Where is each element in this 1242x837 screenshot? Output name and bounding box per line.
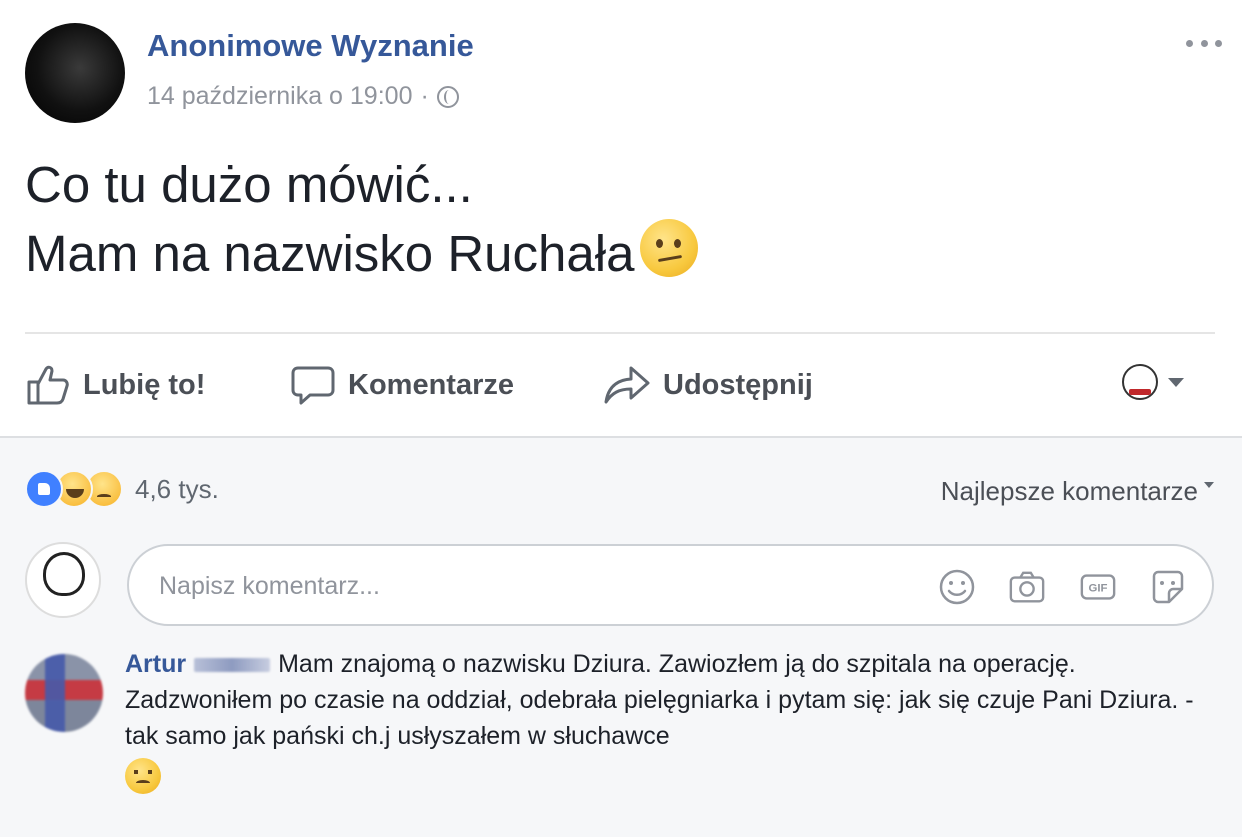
svg-text:GIF: GIF <box>1089 583 1108 595</box>
divider <box>25 332 1215 334</box>
post-author-name[interactable]: Anonimowe Wyznanie <box>147 28 474 64</box>
more-options-icon[interactable] <box>1186 40 1222 50</box>
post-timestamp[interactable]: 14 października o 19:00 <box>147 82 412 111</box>
like-button[interactable]: Lubię to! <box>25 364 205 406</box>
comments-section: 4,6 tys. Najlepsze komentarze GIF ArturM… <box>0 436 1242 837</box>
comment-button[interactable]: Komentarze <box>290 364 514 406</box>
post-meta: 14 października o 19:00 · <box>147 82 459 111</box>
comment-input[interactable] <box>157 546 881 626</box>
reactions-summary[interactable]: 4,6 tys. <box>25 470 219 508</box>
blurred-surname <box>194 658 271 673</box>
confused-face-emoji <box>640 219 699 277</box>
comment-text: Mam znajomą o nazwisku Dziura. Zawiozłem… <box>125 650 1194 750</box>
comment-sort-dropdown[interactable]: Najlepsze komentarze <box>941 476 1214 507</box>
camera-icon[interactable] <box>1008 568 1046 606</box>
sad-face-emoji <box>125 758 161 794</box>
comment-body: Artur Mam znajomą o nazwisku Dziura. Zawi… <box>125 646 1195 794</box>
comment-box: GIF <box>127 544 1214 626</box>
post-text-line-2: Mam na nazwisko Ruchała <box>25 219 699 288</box>
post-text: Co tu dużo mówić... Mam na nazwisko Ruch… <box>25 150 699 288</box>
commenter-avatar[interactable] <box>25 654 103 732</box>
sticker-icon[interactable] <box>1149 568 1187 606</box>
share-button[interactable]: Udostępnij <box>603 364 813 406</box>
caret-down-icon <box>1204 482 1214 488</box>
post-actions: Lubię to! Komentarze Udostępnij <box>0 352 1242 418</box>
share-label: Udostępnij <box>663 368 813 401</box>
viewer-avatar <box>1122 364 1158 400</box>
globe-icon[interactable] <box>436 85 459 108</box>
reaction-count: 4,6 tys. <box>135 473 219 504</box>
emoji-icon[interactable] <box>938 568 976 606</box>
current-user-avatar[interactable] <box>25 542 101 618</box>
gif-icon[interactable]: GIF <box>1079 568 1117 606</box>
meta-separator: · <box>420 82 429 110</box>
comment-bubble-icon <box>291 366 335 405</box>
sort-label: Najlepsze komentarze <box>940 476 1198 506</box>
share-arrow-icon <box>604 366 650 404</box>
chevron-down-icon <box>1168 377 1184 387</box>
like-label: Lubię to! <box>83 368 206 401</box>
comment-label: Komentarze <box>348 368 514 401</box>
post-text-line-2-content: Mam na nazwisko Ruchała <box>25 225 635 282</box>
post-as-selector[interactable] <box>1122 364 1184 400</box>
author-avatar[interactable] <box>25 23 125 123</box>
thumbs-up-icon <box>27 365 69 405</box>
commenter-name[interactable]: Artur <box>125 650 186 678</box>
like-reaction-icon <box>25 470 63 508</box>
post-card: Anonimowe Wyznanie 14 października o 19:… <box>0 0 1242 436</box>
post-text-line-1: Co tu dużo mówić... <box>25 156 473 213</box>
